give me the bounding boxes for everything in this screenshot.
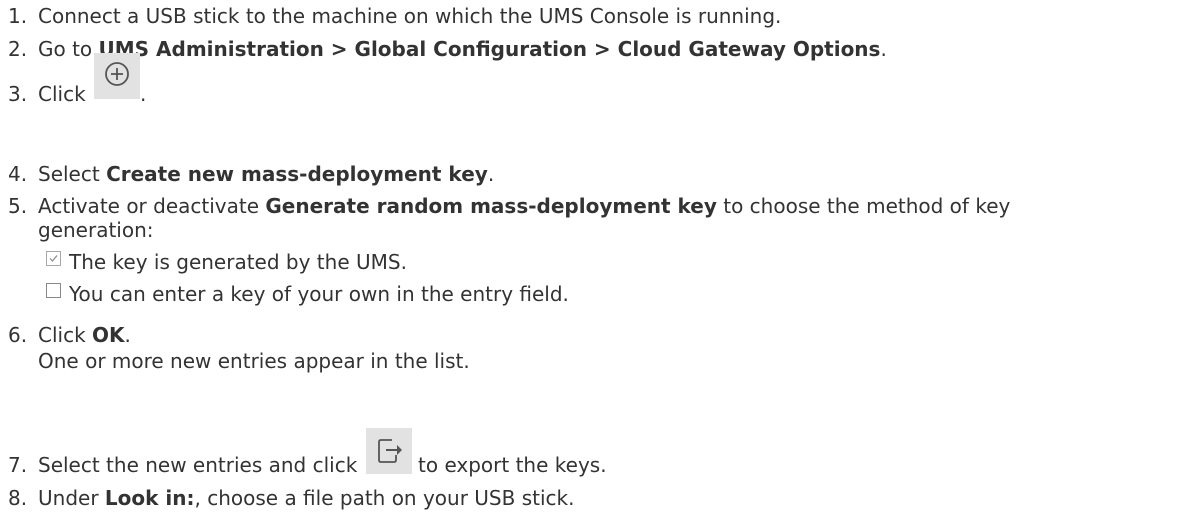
option-text: You can enter a key of your own in the e… [69, 282, 569, 306]
checkbox-checked-icon [46, 251, 61, 266]
step-text: Go to [38, 37, 99, 61]
step-number: 2. [8, 37, 28, 61]
step-text: Activate or deactivate [38, 194, 266, 218]
step-text: Click [38, 82, 93, 106]
add-circle-icon [94, 53, 141, 99]
option-text: The key is generated by the UMS. [69, 250, 407, 274]
step-number: 7. [8, 453, 28, 477]
step-number: 5. [8, 194, 28, 218]
option-checked: The key is generated by the UMS. [46, 250, 407, 274]
step-text: Connect a USB stick to the machine on wh… [38, 4, 782, 28]
step-number: 4. [8, 162, 28, 186]
step-text-continued: One or more new entries appear in the li… [38, 349, 470, 373]
step-text: Select [38, 162, 107, 186]
option-unchecked: You can enter a key of your own in the e… [46, 282, 569, 306]
button-name: OK [92, 323, 125, 347]
export-icon [365, 428, 412, 474]
step-number: 3. [8, 82, 28, 106]
step-text: Under [38, 486, 105, 510]
step-number: 8. [8, 486, 28, 510]
option-name: Create new mass-deployment key [106, 162, 488, 186]
step-text-continued: generation: [38, 218, 154, 242]
step-number: 1. [8, 4, 28, 28]
menu-path: UMS Administration > Global Configuratio… [98, 37, 881, 61]
field-name: Look in: [104, 486, 195, 510]
step-text: Click [38, 323, 93, 347]
step-number: 6. [8, 323, 28, 347]
checkbox-unchecked-icon [46, 283, 61, 298]
option-name: Generate random mass-deployment key [265, 194, 717, 218]
step-text: Select the new entries and click [38, 453, 364, 477]
